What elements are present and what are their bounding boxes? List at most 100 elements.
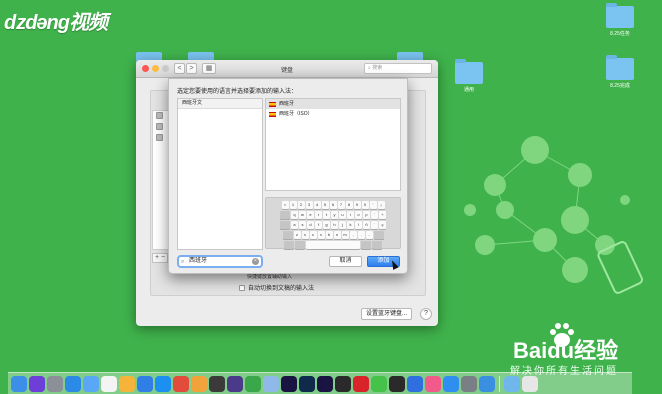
language-search-field[interactable]: ⌕ 西班牙 × [177,255,263,268]
folder-icon [606,3,634,28]
key [373,231,384,239]
input-source-icon[interactable] [156,112,163,119]
shield-app-icon[interactable] [479,375,495,392]
netease-music-icon[interactable] [353,375,369,392]
setup-bluetooth-keyboard-button[interactable]: 设置蓝牙键盘... [361,308,413,320]
key: n [333,231,341,239]
premiere-icon[interactable] [317,375,333,392]
wechat-icon[interactable] [371,375,387,392]
input-source-icon[interactable] [156,123,163,130]
search-icon: ⌕ [181,259,185,265]
input-method-list[interactable]: 西班牙 西班牙（ISO） [265,98,401,191]
after-effects-icon[interactable] [281,375,297,392]
key: a [291,221,298,229]
system-prefs-icon[interactable] [461,375,477,392]
final-cut-icon[interactable] [335,375,351,392]
key [372,241,382,249]
keyboard-row: < 1 2 3 4 5 6 7 8 9 0 ' ¡ [268,201,398,209]
app-store-2-icon[interactable] [443,375,459,392]
key: i [347,211,354,219]
launchpad-icon[interactable] [47,375,63,392]
siri-icon[interactable] [29,375,45,392]
finder-icon[interactable] [11,375,27,392]
input-method-item[interactable]: 西班牙 [266,99,400,109]
input-source-icon[interactable] [156,134,163,141]
add-remove-input-source-buttons[interactable]: + − [152,253,168,263]
key: j [339,221,346,229]
qq-icon[interactable] [389,375,405,392]
key [280,211,290,219]
folder-icon [606,55,634,80]
language-search-value: 西班牙 [189,258,208,264]
spain-flag-icon [269,111,276,117]
video-player-icon[interactable] [227,375,243,392]
sheet-prompt: 选定您要使用的语言并选择要添加的输入法： [177,89,298,95]
key: h [331,221,338,229]
key: c [309,231,317,239]
key: ` [371,211,378,219]
dock [8,372,632,394]
downloads-folder-icon[interactable] [504,375,520,392]
trash-icon[interactable] [522,375,538,392]
key: 3 [305,201,313,209]
key [284,241,294,249]
butterfly-icon[interactable] [191,375,207,392]
calendar-icon[interactable] [101,375,117,392]
desktop-folder-label: 8.25任务 [610,31,630,37]
mail-icon[interactable] [83,375,99,392]
photo-booth-icon[interactable] [209,375,225,392]
window-titlebar: < > ▦ 键盘 ⌕ 搜索 [136,60,438,78]
desktop-folder[interactable]: 8.25完成 [597,55,643,89]
spain-flag-icon [269,101,276,107]
keyboard-row [268,241,398,249]
language-list-item[interactable]: 西班牙文 [178,99,262,109]
key: + [379,211,386,219]
key: d [307,221,314,229]
app-store-icon[interactable] [155,375,171,392]
key: x [301,231,309,239]
pencil-app-icon[interactable] [407,375,423,392]
key: u [339,211,346,219]
video-brand-watermark: ǳdəng视频 [4,12,108,34]
key: s [299,221,306,229]
key [295,241,305,249]
key: 5 [321,201,329,209]
desktop-folder[interactable]: 通用 [446,59,492,93]
decorative-bubbles [464,136,643,294]
baidu-netdisk-icon[interactable] [137,375,153,392]
cancel-button[interactable]: 取消 [329,256,362,267]
add-input-source-sheet: 选定您要使用的语言并选择要添加的输入法： 西班牙文 西班牙 西班牙（ISO） <… [168,78,408,274]
photos-icon[interactable] [119,375,135,392]
key: 8 [345,201,353,209]
help-button[interactable]: ? [420,308,432,320]
prefs-search-field[interactable]: ⌕ 搜索 [364,63,432,74]
keyboard-layout-preview: < 1 2 3 4 5 6 7 8 9 0 ' ¡ q w e r t y u … [265,197,401,249]
input-method-item[interactable]: 西班牙（ISO） [266,109,400,119]
keyboard-row: z x c v b n m , . - [268,231,398,239]
auto-switch-checkbox[interactable] [239,284,245,291]
key: r [315,211,322,219]
shortcut-hint-label: 快捷键放置辅助输入 [247,274,293,280]
stocks-icon[interactable] [245,375,261,392]
clear-search-icon[interactable]: × [252,258,259,265]
key: 6 [329,201,337,209]
language-list[interactable]: 西班牙文 [177,98,263,250]
preview-icon[interactable] [263,375,279,392]
key [361,241,371,249]
input-method-label: 西班牙（ISO） [279,111,313,117]
key: k [347,221,354,229]
photoshop-icon[interactable] [299,375,315,392]
key: z [293,231,301,239]
auto-switch-row[interactable]: 自动切换到文稿的输入法 [239,283,314,292]
keyboard-row: q w e r t y u i o p ` + [268,211,398,219]
key: f [315,221,322,229]
desktop-folder[interactable]: 8.25任务 [597,3,643,37]
key [280,221,290,229]
itunes-icon[interactable] [425,375,441,392]
key: , [349,231,357,239]
key: w [299,211,306,219]
key: ´ [371,221,378,229]
notes-app-icon[interactable] [173,375,189,392]
folder-icon [455,59,483,84]
safari-icon[interactable] [65,375,81,392]
